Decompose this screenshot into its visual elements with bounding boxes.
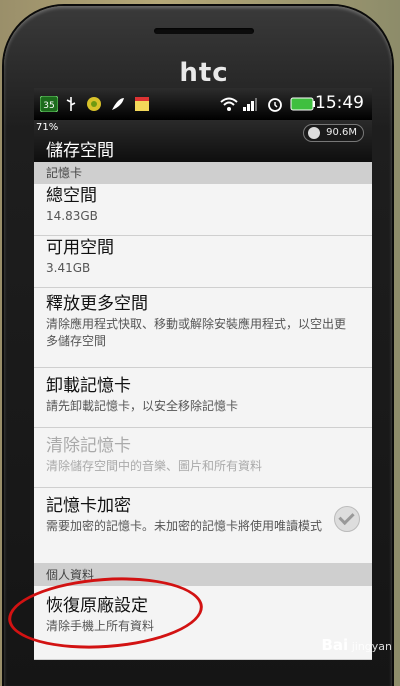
list-item-sd-encryption[interactable]: 記憶卡加密 需要加密的記憶卡。未加密的記憶卡將使用唯讀模式 xyxy=(34,488,372,564)
list-item-erase-sd: 清除記憶卡 清除儲存空間中的音樂、圖片和所有資料 xyxy=(34,428,372,488)
battery-icon xyxy=(290,97,315,111)
section-header-sd-card: 記憶卡 xyxy=(34,162,372,184)
sim-badge-text: 35 xyxy=(43,101,54,111)
watermark: Bai jingyan xyxy=(322,636,393,654)
calendar-icon xyxy=(135,97,149,111)
item-subtitle: 14.83GB xyxy=(46,209,98,223)
title-bar: 71% 儲存空間 90.6M xyxy=(34,120,372,162)
speaker-grille xyxy=(154,28,254,34)
item-title: 可用空間 xyxy=(46,238,114,258)
item-subtitle: 3.41GB xyxy=(46,261,91,275)
status-bar: 35 15:49 xyxy=(34,88,372,120)
item-title: 釋放更多空間 xyxy=(46,294,148,314)
item-title: 清除記憶卡 xyxy=(46,436,131,456)
status-time: 15:49 xyxy=(315,93,364,113)
list-item-total-space: 總空間 14.83GB xyxy=(34,184,372,236)
item-subtitle: 請先卸載記憶卡，以安全移除記憶卡 xyxy=(46,399,239,413)
item-subtitle: 需要加密的記憶卡。未加密的記憶卡將使用唯讀模式 xyxy=(46,519,323,533)
wifi-icon xyxy=(220,97,238,111)
item-subtitle: 清除儲存空間中的音樂、圖片和所有資料 xyxy=(46,459,263,473)
usb-icon xyxy=(66,97,76,111)
watermark-logo: Bai xyxy=(321,636,349,654)
item-title: 記憶卡加密 xyxy=(46,496,131,516)
list-item-unmount-sd[interactable]: 卸載記憶卡 請先卸載記憶卡，以安全移除記憶卡 xyxy=(34,368,372,428)
alarm-icon xyxy=(268,98,282,112)
android-icon xyxy=(87,97,101,111)
item-subtitle: 清除應用程式快取、移動或解除安裝應用程式，以空出更多儲存空間 xyxy=(46,317,347,348)
memory-widget[interactable]: 90.6M xyxy=(303,124,364,142)
item-title: 卸載記憶卡 xyxy=(46,376,131,396)
battery-percent: 71% xyxy=(36,122,59,133)
feather-icon xyxy=(112,98,124,110)
screen: 35 15:49 71% 儲存空間 90.6M 記憶卡 總空間 14.83GB … xyxy=(34,88,372,660)
page-title: 儲存空間 xyxy=(46,141,114,161)
watermark-text: jingyan xyxy=(351,640,392,653)
list-item-available-space: 可用空間 3.41GB xyxy=(34,236,372,288)
item-title: 總空間 xyxy=(46,186,97,206)
memory-value: 90.6M xyxy=(326,127,357,138)
memory-icon xyxy=(308,127,321,139)
signal-icon xyxy=(243,98,257,111)
sim-35-icon: 35 xyxy=(40,96,58,112)
checkbox[interactable] xyxy=(334,506,360,532)
brand-logo: htc xyxy=(179,58,229,88)
list-item-free-space[interactable]: 釋放更多空間 清除應用程式快取、移動或解除安裝應用程式，以空出更多儲存空間 xyxy=(34,288,372,368)
